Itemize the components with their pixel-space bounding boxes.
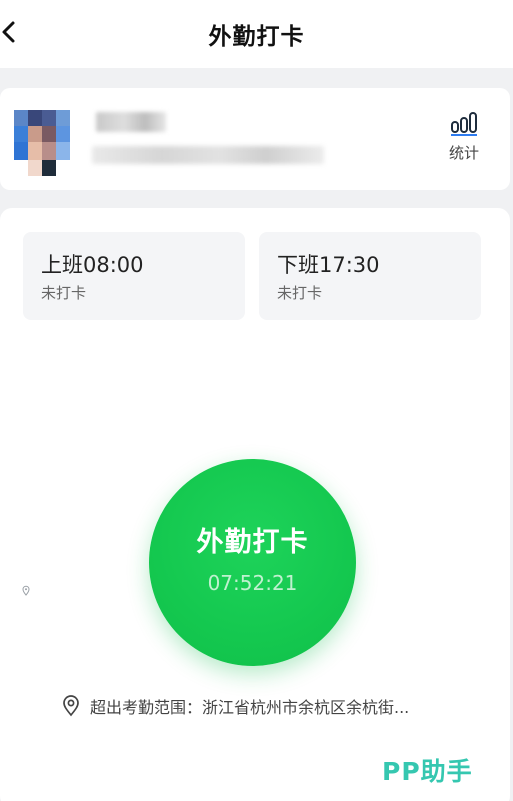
shift-off-title: 下班17:30 xyxy=(277,253,380,277)
back-button[interactable] xyxy=(0,18,22,46)
punch-label: 外勤打卡 xyxy=(196,527,309,558)
shift-on-duty: 上班08:00 未打卡 xyxy=(23,232,245,320)
bar-chart-icon xyxy=(451,112,477,136)
avatar xyxy=(14,110,80,176)
shift-on-status: 未打卡 xyxy=(41,284,87,302)
shift-on-title: 上班08:00 xyxy=(41,253,144,277)
location-text: 超出考勤范围：浙江省杭州市余杭区余杭街... xyxy=(90,698,410,717)
shift-off-status: 未打卡 xyxy=(277,284,323,302)
page-title: 外勤打卡 xyxy=(208,24,305,50)
location-pin-icon xyxy=(63,695,79,717)
stats-label: 统计 xyxy=(448,144,479,162)
punch-time: 07:52:21 xyxy=(207,571,298,595)
location-row: 超出考勤范围：浙江省杭州市余杭区余杭街... xyxy=(62,694,482,718)
watermark: PP助手 xyxy=(382,757,473,786)
user-department-blurred xyxy=(92,146,324,164)
stats-button[interactable]: 统计 xyxy=(440,110,488,172)
top-bar: 外勤打卡 xyxy=(0,0,513,68)
small-location-pin-icon xyxy=(22,585,30,596)
punch-button[interactable]: 外勤打卡 07:52:21 xyxy=(149,459,356,666)
chevron-left-icon xyxy=(2,21,15,43)
user-name-blurred xyxy=(96,112,166,132)
shift-off-duty: 下班17:30 未打卡 xyxy=(259,232,481,320)
